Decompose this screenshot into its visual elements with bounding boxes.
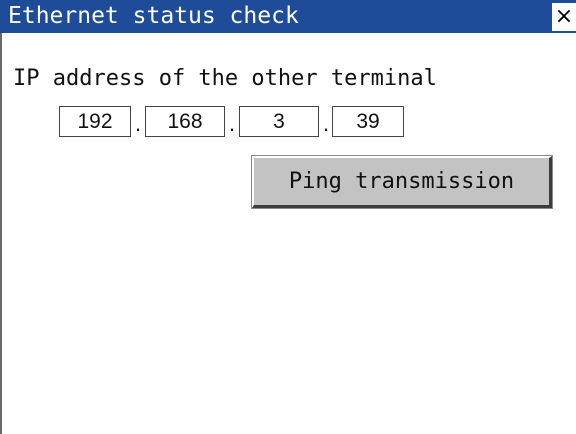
ip-octet-3-field[interactable]: 3 (239, 106, 319, 137)
dialog-body (0, 33, 576, 434)
ip-octet-2-field[interactable]: 168 (145, 106, 225, 137)
ip-octet-4-field[interactable]: 39 (332, 106, 404, 137)
ip-separator: . (322, 111, 330, 136)
close-button[interactable]: × (552, 3, 576, 31)
ip-separator: . (134, 111, 142, 136)
ip-separator: . (228, 111, 236, 136)
window-title: Ethernet status check (8, 3, 299, 29)
ip-octet-1-field[interactable]: 192 (59, 106, 131, 137)
title-bar: Ethernet status check × (0, 0, 576, 33)
ip-address-label: IP address of the other terminal (13, 66, 437, 91)
ping-transmission-button[interactable]: Ping transmission (251, 155, 553, 209)
close-icon: × (554, 4, 574, 29)
